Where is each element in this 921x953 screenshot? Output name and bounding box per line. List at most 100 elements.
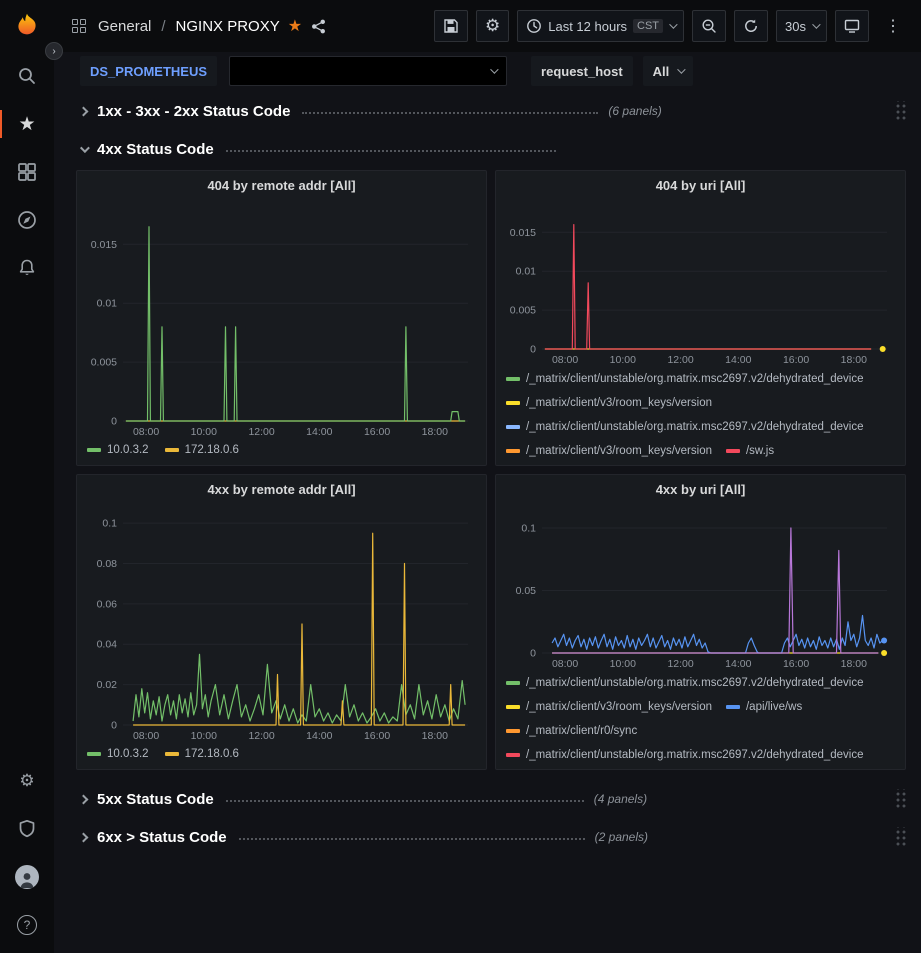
legend-item[interactable]: 172.18.0.6 [165, 743, 239, 765]
panel-title[interactable]: 4xx by remote addr [All] [85, 475, 478, 505]
ds-prometheus-select[interactable] [229, 56, 507, 86]
sidebar-item-starred[interactable]: ★ [0, 100, 54, 148]
legend-label: /api/live/ws [746, 696, 802, 718]
legend-item[interactable]: /_matrix/client/unstable/org.matrix.msc2… [506, 368, 864, 390]
timeseries-chart[interactable]: 00.0050.010.01508:0010:0012:0014:0016:00… [85, 201, 478, 436]
dashboard-row-5xx[interactable]: 5xx Status Code (4 panels) [76, 784, 906, 814]
svg-text:0.005: 0.005 [510, 304, 536, 316]
row-panel-count: (2 panels) [595, 830, 648, 844]
dashboard-row-1xx-3xx-2xx[interactable]: 1xx - 3xx - 2xx Status Code (6 panels) [76, 96, 906, 126]
legend-swatch [87, 448, 101, 452]
svg-text:14:00: 14:00 [725, 354, 751, 365]
legend-item[interactable]: /sw.js [726, 440, 774, 461]
row-drag-handle[interactable] [894, 101, 906, 121]
legend-swatch [165, 448, 179, 452]
request-host-select[interactable]: All [643, 56, 694, 86]
legend-swatch [506, 377, 520, 381]
panel-grid: 404 by remote addr [All] 0 0.005 0.01 0.015… [76, 170, 906, 770]
gear-icon: ⚙ [485, 16, 500, 36]
legend-swatch [506, 449, 520, 453]
legend-item[interactable]: /_matrix/client/v3/room_keys/version [506, 440, 712, 461]
legend-item[interactable]: /_matrix/client/unstable/org.matrix.msc2… [506, 672, 864, 694]
timezone-badge: CST [633, 19, 663, 33]
refresh-interval-select[interactable]: 30s [776, 10, 827, 42]
dashboard-row-6xx[interactable]: 6xx > Status Code (2 panels) [76, 822, 906, 852]
timeseries-chart[interactable]: 00.0050.010.01508:0010:0012:0014:0016:00… [504, 201, 897, 365]
save-dashboard-button[interactable] [434, 10, 468, 42]
chevron-down-icon [490, 65, 498, 73]
sidebar-item-search[interactable] [0, 52, 54, 100]
panel-404-by-remote-addr: 404 by remote addr [All] 00.0050.010.015… [76, 170, 487, 466]
sidebar-item-dashboards[interactable] [0, 148, 54, 196]
legend-label: /_matrix/client/unstable/org.matrix.msc2… [526, 368, 864, 390]
timeseries-chart[interactable]: 00.020.040.060.080.108:0010:0012:0014:00… [85, 505, 478, 740]
svg-text:08:00: 08:00 [552, 354, 578, 365]
help-icon: ? [17, 915, 37, 935]
grafana-app: ★ ⚙ [0, 0, 921, 953]
sidebar-item-explore[interactable] [0, 196, 54, 244]
legend-item[interactable]: /_matrix/client/v3/room_keys/version [506, 696, 712, 718]
legend-label: /_matrix/client/unstable/org.matrix.msc2… [526, 672, 864, 694]
legend-item[interactable]: /_matrix/client/v3/room_keys/version [506, 392, 712, 414]
sidebar-expand-button[interactable]: › [45, 42, 63, 60]
refresh-button[interactable] [734, 10, 768, 42]
svg-text:0: 0 [111, 415, 117, 427]
grafana-flame-icon [13, 12, 41, 40]
timeseries-chart[interactable]: 00.050.108:0010:0012:0014:0016:0018:00 [504, 505, 897, 669]
legend-item[interactable]: /_matrix/client/unstable/org.matrix.msc2… [506, 416, 864, 438]
favorite-star-icon[interactable]: ★ [288, 16, 302, 36]
svg-text:0.015: 0.015 [91, 238, 117, 250]
row-drag-handle[interactable] [894, 827, 906, 847]
svg-text:0: 0 [530, 647, 536, 659]
row-title: 5xx Status Code [97, 791, 214, 808]
refresh-interval-label: 30s [785, 19, 806, 34]
svg-text:08:00: 08:00 [552, 658, 578, 669]
dashboard-title[interactable]: NGINX PROXY [176, 18, 280, 35]
time-range-picker[interactable]: Last 12 hours CST [517, 10, 684, 42]
dashboard-settings-button[interactable]: ⚙ [476, 10, 509, 42]
legend-item[interactable]: /api/live/ws [726, 696, 802, 718]
legend-swatch [726, 449, 740, 453]
row-drag-handle[interactable] [894, 789, 906, 809]
panel-4xx-by-remote-addr: 4xx by remote addr [All] 00.020.040.060.… [76, 474, 487, 770]
breadcrumb-section[interactable]: General [98, 18, 151, 35]
sidebar-item-alerting[interactable] [0, 244, 54, 292]
legend-item[interactable]: /_matrix/client/unstable/org.matrix.msc2… [506, 744, 864, 765]
variable-label-ds-prometheus: DS_PROMETHEUS [80, 56, 217, 86]
sidebar-item-profile[interactable] [0, 853, 54, 901]
chevron-right-icon [79, 794, 89, 804]
legend-swatch [506, 401, 520, 405]
refresh-icon [743, 18, 759, 34]
panel-4xx-by-uri: 4xx by uri [All] 00.050.108:0010:0012:00… [495, 474, 906, 770]
legend-item[interactable]: 10.0.3.2 [87, 743, 149, 765]
panel-title[interactable]: 4xx by uri [All] [504, 475, 897, 505]
sidebar-item-help[interactable]: ? [0, 901, 54, 949]
panel-title[interactable]: 404 by remote addr [All] [85, 171, 478, 201]
sidebar-item-server-admin[interactable] [0, 805, 54, 853]
dashboard-row-4xx[interactable]: 4xx Status Code [76, 134, 906, 164]
legend-item[interactable]: 10.0.3.2 [87, 439, 149, 461]
svg-text:0.1: 0.1 [102, 517, 117, 529]
panel-title[interactable]: 404 by uri [All] [504, 171, 897, 201]
svg-text:0.02: 0.02 [97, 679, 118, 691]
legend-item[interactable]: /_matrix/client/r0/sync [506, 720, 637, 742]
topbar-actions: ⚙ Last 12 hours CST [434, 10, 909, 42]
legend-swatch [87, 752, 101, 756]
sidebar-item-configuration[interactable]: ⚙ [0, 757, 54, 805]
svg-text:16:00: 16:00 [783, 354, 809, 365]
legend-label: /_matrix/client/v3/room_keys/version [526, 696, 712, 718]
clock-icon [526, 18, 542, 34]
share-icon[interactable] [310, 18, 327, 35]
svg-text:18:00: 18:00 [841, 658, 867, 669]
legend-item[interactable]: 172.18.0.6 [165, 439, 239, 461]
legend-swatch [506, 729, 520, 733]
svg-text:0.005: 0.005 [91, 356, 117, 368]
more-options-button[interactable]: ⋮ [877, 10, 909, 42]
grafana-logo[interactable] [0, 0, 54, 52]
svg-text:10:00: 10:00 [610, 658, 636, 669]
svg-text:18:00: 18:00 [841, 354, 867, 365]
zoom-out-button[interactable] [692, 10, 726, 42]
svg-text:0.01: 0.01 [516, 265, 537, 277]
tv-mode-button[interactable] [835, 10, 869, 42]
topbar: General / NGINX PROXY ★ [54, 0, 921, 52]
